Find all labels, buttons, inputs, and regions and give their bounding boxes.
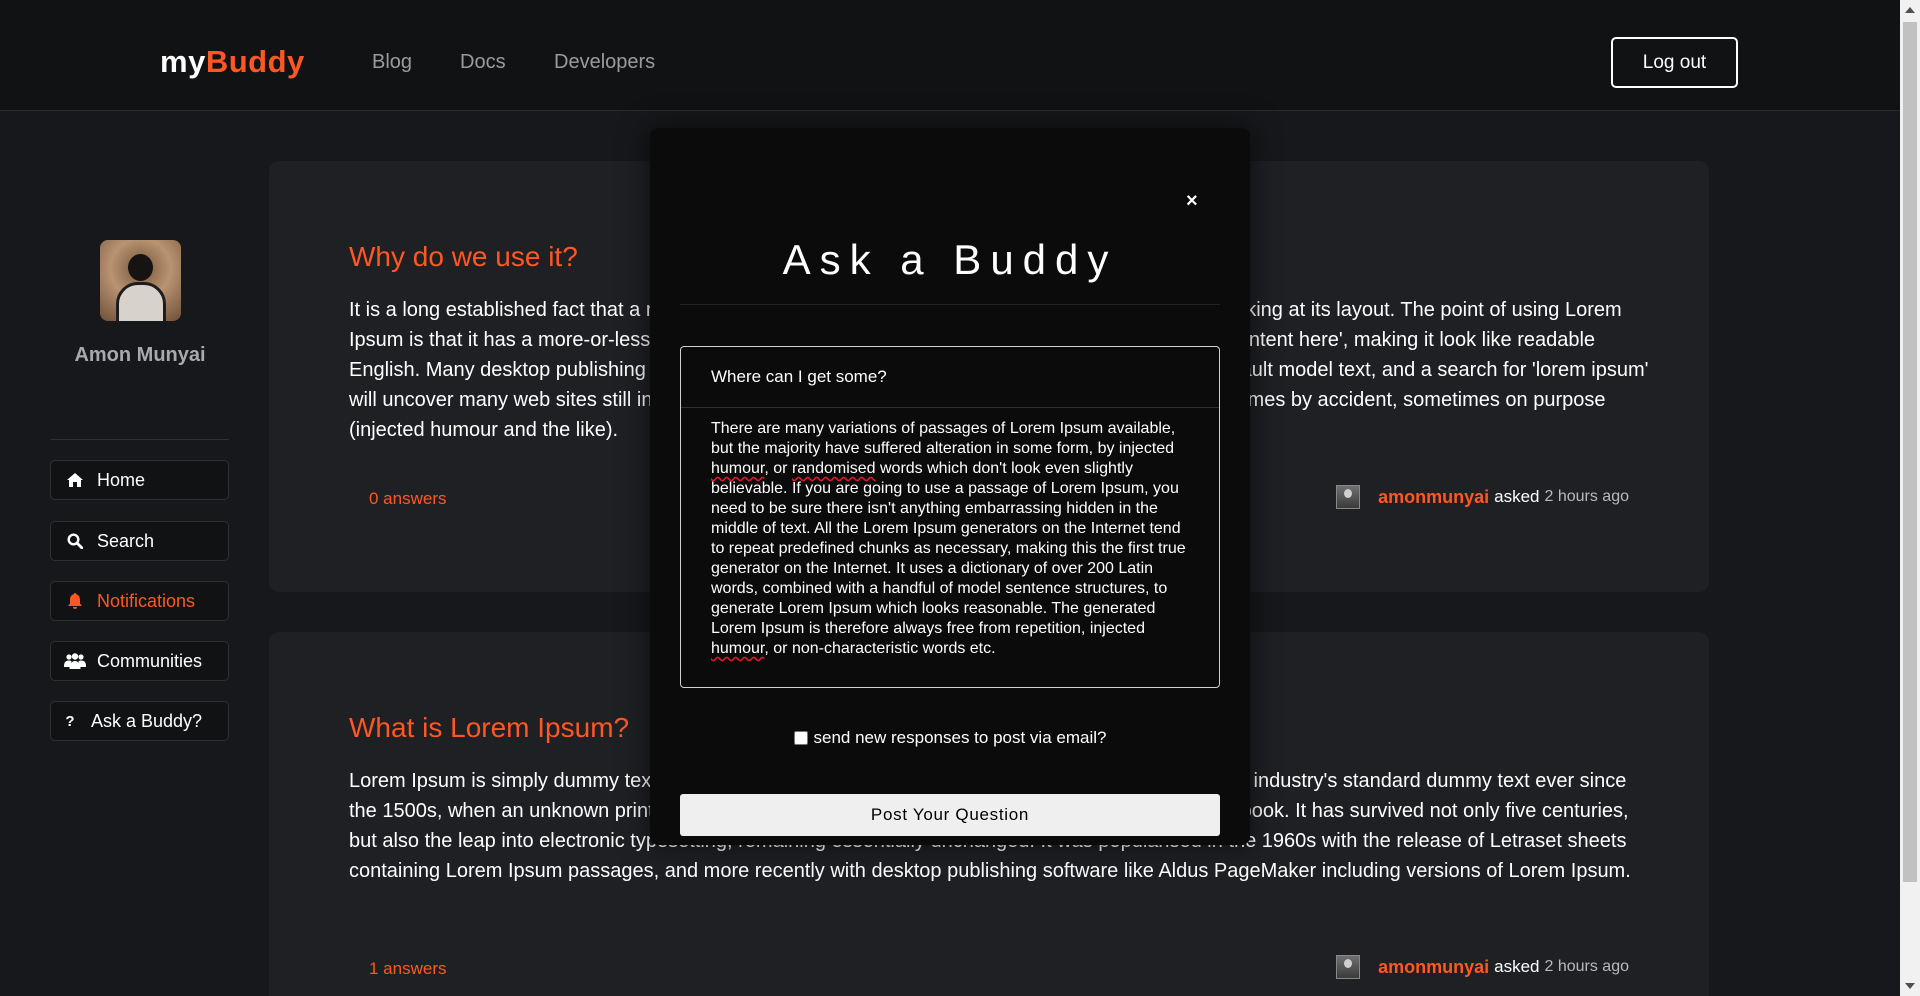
answers-count[interactable]: 0 answers xyxy=(369,489,446,509)
post-meta: amonmunyai asked 2 hours ago xyxy=(1336,955,1629,979)
nav-link-developers[interactable]: Developers xyxy=(554,51,655,74)
author-name[interactable]: amonmunyai xyxy=(1378,957,1489,978)
close-icon[interactable]: × xyxy=(1186,190,1198,213)
sidebar-item-notifications[interactable]: Notifications xyxy=(50,581,229,621)
sidebar-item-label: Communities xyxy=(97,650,203,671)
scroll-down-arrow-icon[interactable] xyxy=(1905,983,1915,989)
bell-icon xyxy=(63,593,87,609)
home-icon xyxy=(63,473,87,487)
sidebar-item-communities[interactable]: Communities xyxy=(50,641,229,681)
email-notify-row: send new responses to post via email? xyxy=(650,728,1250,748)
post-question-button[interactable]: Post Your Question xyxy=(680,794,1220,836)
sidebar-item-label: Home xyxy=(97,469,146,490)
sidebar-item-search[interactable]: Search xyxy=(50,521,229,561)
question-icon: ? xyxy=(65,712,75,730)
sidebar-divider xyxy=(50,439,229,440)
post-title[interactable]: What is Lorem Ipsum? xyxy=(349,712,629,744)
author-avatar xyxy=(1336,955,1361,979)
top-navbar: myBuddy Blog Docs Developers Log out xyxy=(0,0,1900,111)
sidebar-item-label: Ask a Buddy? xyxy=(91,710,203,731)
author-name[interactable]: amonmunyai xyxy=(1378,487,1489,508)
asked-label: asked xyxy=(1494,957,1540,976)
sidebar-item-label: Notifications xyxy=(97,590,196,611)
logo-text-my: my xyxy=(160,44,206,79)
post-meta: amonmunyai asked 2 hours ago xyxy=(1336,485,1629,509)
sidebar-item-ask-buddy[interactable]: ? Ask a Buddy? xyxy=(50,701,229,741)
page-scrollbar[interactable] xyxy=(1900,0,1920,996)
user-avatar[interactable] xyxy=(100,240,181,321)
sidebar-item-home[interactable]: Home xyxy=(50,460,229,500)
brand-logo[interactable]: myBuddy xyxy=(160,44,305,80)
email-notify-label[interactable]: send new responses to post via email? xyxy=(814,728,1107,748)
modal-title: Ask a Buddy xyxy=(782,236,1118,283)
scroll-up-arrow-icon[interactable] xyxy=(1905,7,1915,13)
scrollbar-thumb[interactable] xyxy=(1903,22,1917,882)
answers-count[interactable]: 1 answers xyxy=(369,959,446,979)
modal-divider xyxy=(680,304,1220,305)
ask-buddy-modal: × Ask a Buddy Where can I get some? Ther… xyxy=(650,128,1250,845)
question-details-textarea[interactable]: There are many variations of passages of… xyxy=(711,419,1191,659)
asked-label: asked xyxy=(1494,487,1540,506)
search-icon xyxy=(63,533,87,549)
user-name: Amon Munyai xyxy=(74,344,206,366)
nav-link-docs[interactable]: Docs xyxy=(460,51,506,74)
post-title[interactable]: Why do we use it? xyxy=(349,241,578,273)
email-notify-checkbox[interactable] xyxy=(793,731,808,745)
users-icon xyxy=(63,653,87,669)
question-form: Where can I get some? There are many var… xyxy=(680,346,1220,688)
logo-text-buddy: Buddy xyxy=(205,44,305,79)
question-title-input[interactable]: Where can I get some? xyxy=(681,347,1219,408)
post-time: 2 hours ago xyxy=(1544,488,1629,505)
sidebar-item-label: Search xyxy=(97,530,155,551)
post-time: 2 hours ago xyxy=(1544,958,1629,975)
nav-link-blog[interactable]: Blog xyxy=(372,51,412,74)
author-avatar xyxy=(1336,485,1361,509)
logout-button[interactable]: Log out xyxy=(1611,37,1738,88)
